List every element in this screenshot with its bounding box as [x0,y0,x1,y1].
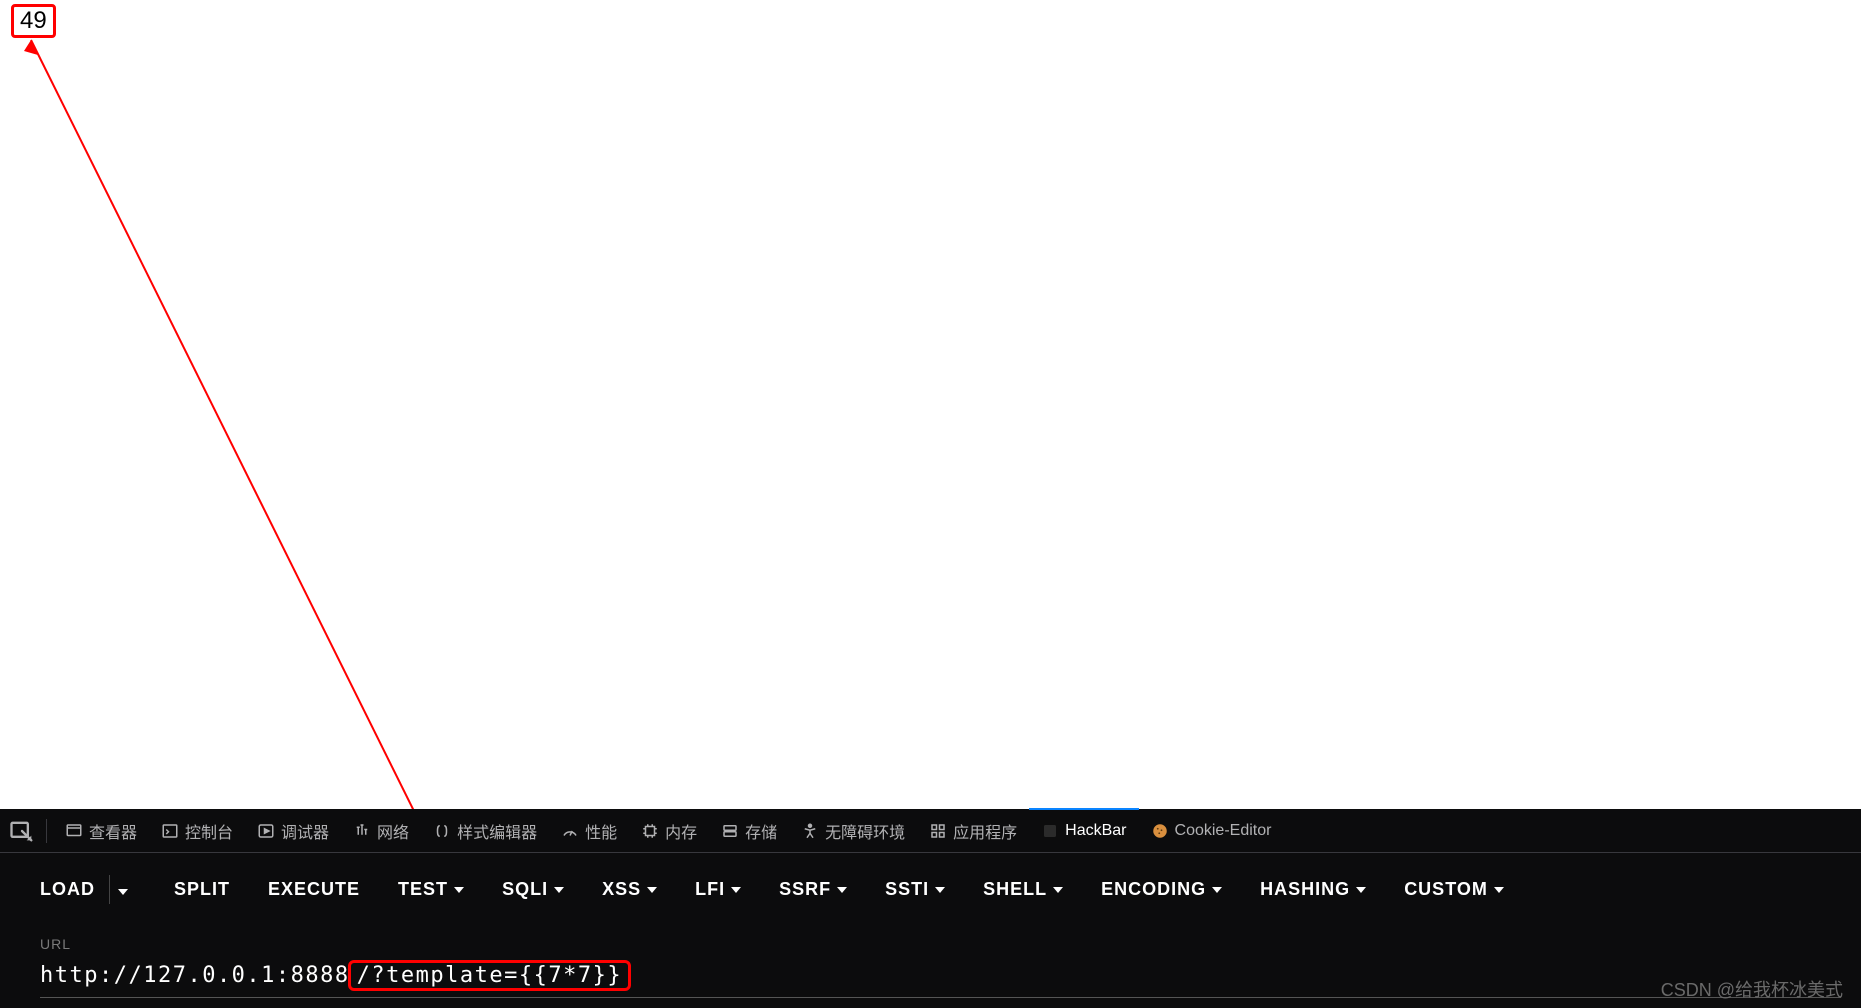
hackbar-load-button[interactable]: LOAD [40,879,95,900]
menu-label: SPLIT [174,879,230,900]
cookie-icon [1151,822,1169,840]
tab-label: 无障碍环境 [825,819,905,843]
url-query-annotation-box: /?template={{7*7}} [348,960,631,991]
tab-label: 控制台 [185,819,233,843]
tab-label: 内存 [665,819,697,843]
hackbar-ssrf-dropdown[interactable]: SSRF [779,879,847,900]
hackbar-custom-dropdown[interactable]: CUSTOM [1404,879,1504,900]
hackbar-hashing-dropdown[interactable]: HASHING [1260,879,1366,900]
tab-inspector[interactable]: 查看器 [53,809,149,853]
url-input[interactable]: http://127.0.0.1:8888 /?template={{7*7}} [40,960,1841,998]
menu-label: EXECUTE [268,879,360,900]
hackbar-xss-dropdown[interactable]: XSS [602,879,657,900]
hackbar-execute-button[interactable]: EXECUTE [268,879,360,900]
tab-label: 样式编辑器 [457,819,537,843]
watermark: CSDN @给我杯冰美式 [1661,976,1843,1002]
hackbar-test-dropdown[interactable]: TEST [398,879,464,900]
menu-label: LFI [695,879,725,900]
tab-label: Cookie-Editor [1175,822,1272,840]
caret-down-icon [647,887,657,893]
hackbar-menubar: LOAD SPLIT EXECUTE TEST SQLI XSS [40,875,1841,904]
memory-icon [641,822,659,840]
pick-element-icon[interactable] [8,817,36,845]
storage-icon [721,822,739,840]
caret-down-icon [837,887,847,893]
caret-down-icon [554,887,564,893]
tab-label: 网络 [377,819,409,843]
tab-network[interactable]: 网络 [341,809,421,853]
devtools-toolbar: 查看器 控制台 调试器 [0,809,1861,853]
menu-label: CUSTOM [1404,879,1488,900]
tab-storage[interactable]: 存储 [709,809,789,853]
accessibility-icon [801,822,819,840]
debugger-icon [257,822,275,840]
menu-label: SQLI [502,879,548,900]
caret-down-icon [1053,887,1063,893]
application-icon [929,822,947,840]
url-prefix-text: http://127.0.0.1:8888 [40,963,350,988]
tab-label: 性能 [585,819,617,843]
tab-style-editor[interactable]: 样式编辑器 [421,809,549,853]
hackbar-panel: LOAD SPLIT EXECUTE TEST SQLI XSS [0,853,1861,1008]
page-result-text: 49 [20,7,47,34]
tab-performance[interactable]: 性能 [549,809,629,853]
caret-down-icon [1494,887,1504,893]
menu-label: TEST [398,879,448,900]
tab-cookie-editor[interactable]: Cookie-Editor [1139,809,1284,853]
style-editor-icon [433,822,451,840]
tab-application[interactable]: 应用程序 [917,809,1029,853]
menu-label: ENCODING [1101,879,1206,900]
hackbar-icon [1041,822,1059,840]
menu-label: SHELL [983,879,1047,900]
url-query-text: /?template={{7*7}} [357,963,622,988]
inspector-icon [65,822,83,840]
caret-down-icon [935,887,945,893]
hackbar-ssti-dropdown[interactable]: SSTI [885,879,945,900]
menu-label: SSTI [885,879,929,900]
caret-down-icon [454,887,464,893]
tab-debugger[interactable]: 调试器 [245,809,341,853]
performance-icon [561,822,579,840]
tab-label: 调试器 [281,819,329,843]
caret-down-icon [1212,887,1222,893]
url-label: URL [40,936,1841,952]
console-icon [161,822,179,840]
tab-label: 存储 [745,819,777,843]
divider [46,819,47,843]
hackbar-split-button[interactable]: SPLIT [174,879,230,900]
tab-label: 查看器 [89,819,137,843]
tab-label: HackBar [1065,822,1126,840]
caret-down-icon [731,887,741,893]
network-icon [353,822,371,840]
tab-memory[interactable]: 内存 [629,809,709,853]
menu-label: XSS [602,879,641,900]
hackbar-shell-dropdown[interactable]: SHELL [983,879,1063,900]
menu-label: LOAD [40,879,95,900]
devtools-panel: 查看器 控制台 调试器 [0,809,1861,1008]
caret-down-icon [118,889,128,895]
caret-down-icon [1356,887,1366,893]
page-content-area: 49 [0,0,1861,787]
url-section: URL http://127.0.0.1:8888 /?template={{7… [40,936,1841,998]
hackbar-load-dropdown[interactable] [109,875,136,904]
hackbar-lfi-dropdown[interactable]: LFI [695,879,741,900]
menu-label: SSRF [779,879,831,900]
hackbar-sqli-dropdown[interactable]: SQLI [502,879,564,900]
menu-label: HASHING [1260,879,1350,900]
tab-accessibility[interactable]: 无障碍环境 [789,809,917,853]
tab-label: 应用程序 [953,819,1017,843]
hackbar-encoding-dropdown[interactable]: ENCODING [1101,879,1222,900]
tab-hackbar[interactable]: HackBar [1029,808,1138,852]
tab-console[interactable]: 控制台 [149,809,245,853]
page-result-annotation-box: 49 [11,4,56,38]
